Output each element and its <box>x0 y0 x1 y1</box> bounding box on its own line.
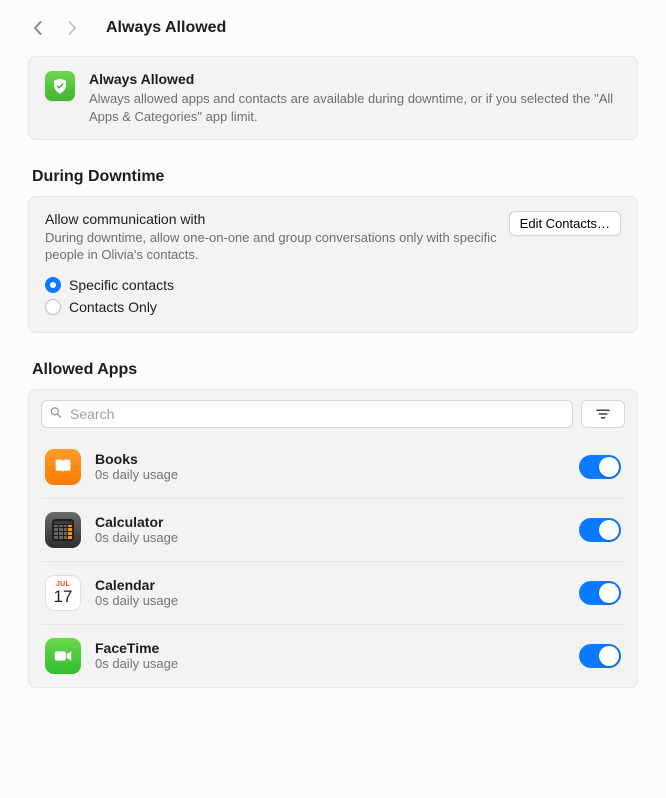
app-usage: 0s daily usage <box>95 530 565 545</box>
intro-description: Always allowed apps and contacts are ava… <box>89 90 621 125</box>
facetime-icon <box>45 638 81 674</box>
intro-card: Always Allowed Always allowed apps and c… <box>28 56 638 140</box>
app-name: Calendar <box>95 577 565 593</box>
downtime-description: During downtime, allow one-on-one and gr… <box>45 230 499 264</box>
radio-label: Specific contacts <box>69 277 174 293</box>
app-usage: 0s daily usage <box>95 593 565 608</box>
toggle-facetime[interactable] <box>579 644 621 668</box>
app-row-books: Books 0s daily usage <box>41 436 625 499</box>
radio-dot-icon <box>45 299 61 315</box>
forward-button[interactable] <box>62 18 82 38</box>
books-icon <box>45 449 81 485</box>
app-name: Calculator <box>95 514 565 530</box>
filter-button[interactable] <box>581 400 625 428</box>
downtime-title: Allow communication with <box>45 211 499 227</box>
back-button[interactable] <box>28 18 48 38</box>
section-title-allowed: Allowed Apps <box>32 361 638 379</box>
filter-icon <box>594 405 612 423</box>
toggle-calendar[interactable] <box>579 581 621 605</box>
radio-contacts-only[interactable]: Contacts Only <box>45 296 621 318</box>
radio-group: Specific contacts Contacts Only <box>45 274 621 318</box>
app-row-calculator: Calculator 0s daily usage <box>41 499 625 562</box>
app-usage: 0s daily usage <box>95 467 565 482</box>
app-row-facetime: FaceTime 0s daily usage <box>41 625 625 687</box>
radio-dot-icon <box>45 277 61 293</box>
page-title: Always Allowed <box>106 19 226 37</box>
calendar-icon: JUL 17 <box>45 575 81 611</box>
app-name: Books <box>95 451 565 467</box>
downtime-card: Allow communication with During downtime… <box>28 196 638 333</box>
header: Always Allowed <box>28 18 638 38</box>
radio-label: Contacts Only <box>69 299 157 315</box>
app-usage: 0s daily usage <box>95 656 565 671</box>
always-allowed-icon <box>45 71 75 101</box>
allowed-apps-card: Books 0s daily usage Calculator 0s daily… <box>28 389 638 688</box>
calculator-icon <box>45 512 81 548</box>
edit-contacts-button[interactable]: Edit Contacts… <box>509 211 621 236</box>
radio-specific-contacts[interactable]: Specific contacts <box>45 274 621 296</box>
intro-title: Always Allowed <box>89 71 621 87</box>
toggle-books[interactable] <box>579 455 621 479</box>
search-input[interactable] <box>41 400 573 428</box>
app-name: FaceTime <box>95 640 565 656</box>
toggle-calculator[interactable] <box>579 518 621 542</box>
app-row-calendar: JUL 17 Calendar 0s daily usage <box>41 562 625 625</box>
section-title-downtime: During Downtime <box>32 168 638 186</box>
